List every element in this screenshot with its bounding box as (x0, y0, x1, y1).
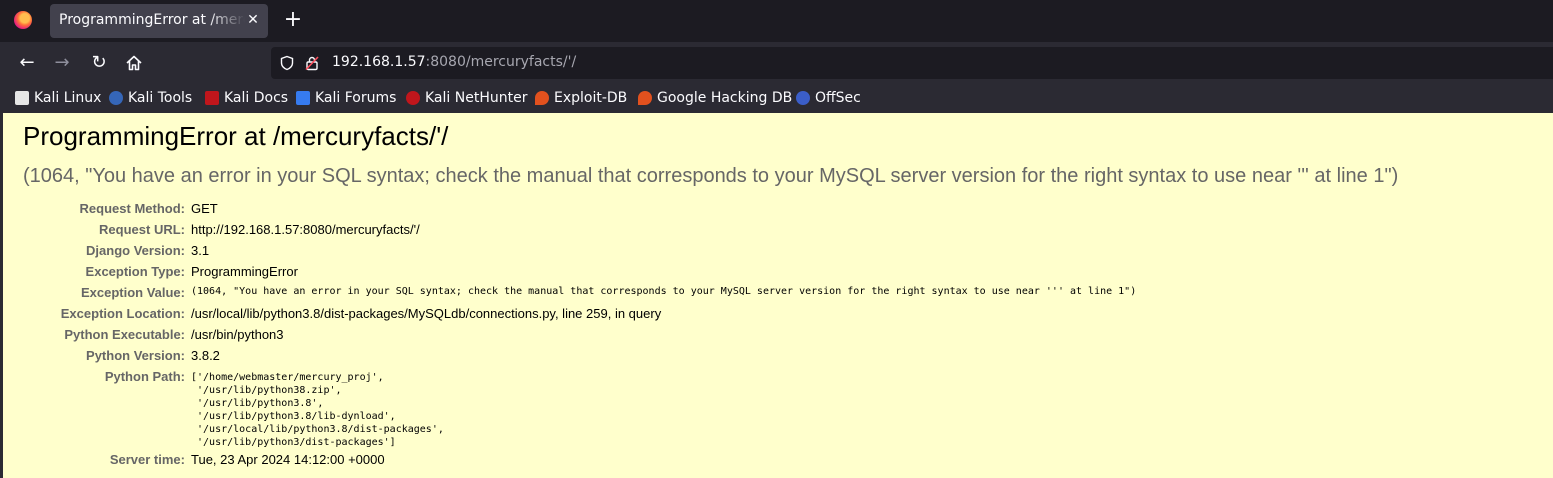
google-hacking-db-icon (638, 91, 652, 105)
meta-label: Request Method: (79, 201, 185, 216)
kali-docs-icon (205, 91, 219, 105)
reload-icon[interactable]: ↻ (88, 52, 110, 74)
active-tab[interactable]: ProgrammingError at /mercuryfacts/'/ ✕ (50, 4, 268, 38)
bookmark-kali-tools[interactable]: Kali Tools (109, 89, 192, 107)
meta-label: Python Path: (104, 369, 185, 384)
bookmark-kali-docs[interactable]: Kali Docs (205, 89, 288, 107)
meta-value: /usr/bin/python3 (191, 327, 284, 342)
navigation-bar: ← → ↻ 192.168.1.57:8080/mercuryfacts/'/ (0, 42, 1553, 84)
meta-label: Request URL: (99, 222, 185, 237)
exception-summary: (1064, "You have an error in your SQL sy… (23, 165, 1399, 187)
meta-value: ProgrammingError (191, 264, 298, 279)
tab-bar: ProgrammingError at /mercuryfacts/'/ ✕ + (0, 0, 1553, 42)
meta-label: Server time: (109, 452, 185, 467)
bookmark-kali-forums[interactable]: Kali Forums (296, 89, 396, 107)
bookmark-exploit-db[interactable]: Exploit-DB (535, 89, 627, 107)
bookmark-label: OffSec (815, 90, 861, 106)
kali-forums-icon (296, 91, 310, 105)
meta-value: 3.1 (191, 243, 210, 258)
meta-value: Tue, 23 Apr 2024 14:12:00 +0000 (191, 452, 385, 467)
meta-label: Exception Type: (85, 264, 185, 279)
bookmark-google-hacking-db[interactable]: Google Hacking DB (638, 89, 792, 107)
meta-label: Exception Value: (80, 285, 185, 300)
meta-label: Exception Location: (60, 306, 185, 321)
kali-linux-icon (15, 91, 29, 105)
url-path: :8080/mercuryfacts/'/ (425, 54, 577, 70)
python-path-entry: ['/home/webmaster/mercury_proj', (191, 372, 384, 383)
firefox-logo-icon[interactable] (14, 11, 32, 29)
meta-value: 3.8.2 (191, 348, 220, 363)
close-tab-icon[interactable]: ✕ (245, 11, 261, 29)
python-path-entry: '/usr/local/lib/python3.8/dist-packages'… (191, 424, 444, 435)
forward-arrow-icon[interactable]: → (51, 52, 73, 74)
url-text[interactable]: 192.168.1.57:8080/mercuryfacts/'/ (332, 54, 576, 70)
bookmark-label: Kali Docs (224, 90, 289, 106)
meta-label: Python Version: (86, 348, 185, 363)
exploit-db-icon (535, 91, 549, 105)
new-tab-icon[interactable]: + (282, 9, 304, 31)
home-icon[interactable] (123, 52, 145, 74)
meta-label: Python Executable: (64, 327, 185, 342)
bookmark-label: Kali Forums (315, 90, 397, 106)
bookmark-label: Kali Linux (34, 90, 102, 106)
bookmark-offsec[interactable]: OffSec (796, 89, 861, 107)
tracking-protection-shield-icon[interactable] (279, 55, 295, 71)
insecure-lock-icon[interactable] (304, 55, 320, 71)
kali-tools-icon (109, 91, 123, 105)
meta-label: Django Version: (86, 243, 185, 258)
python-path-entry: '/usr/lib/python3.8', (191, 398, 324, 409)
url-bar[interactable]: 192.168.1.57:8080/mercuryfacts/'/ (271, 47, 1553, 79)
page-content: ProgrammingError at /mercuryfacts/'/ (10… (0, 113, 1553, 478)
bookmark-label: Kali Tools (128, 90, 193, 106)
bookmark-label: Google Hacking DB (657, 90, 793, 106)
meta-value: GET (191, 201, 218, 216)
meta-value: (1064, "You have an error in your SQL sy… (191, 286, 1137, 297)
meta-value: http://192.168.1.57:8080/mercuryfacts/'/ (191, 222, 420, 237)
tab-title: ProgrammingError at /mercuryfacts/'/ (59, 12, 245, 28)
url-host: 192.168.1.57 (332, 54, 426, 70)
kali-nethunter-icon (406, 91, 420, 105)
python-path-entry: '/usr/lib/python3.8/lib-dynload', (191, 411, 396, 422)
python-path-entry: '/usr/lib/python3/dist-packages'] (191, 437, 396, 448)
page-title: ProgrammingError at /mercuryfacts/'/ (23, 121, 449, 151)
python-path-list: ['/home/webmaster/mercury_proj', '/usr/l… (191, 371, 444, 449)
back-arrow-icon[interactable]: ← (16, 52, 38, 74)
bookmark-label: Exploit-DB (554, 90, 628, 106)
bookmark-label: Kali NetHunter (425, 90, 528, 106)
offsec-icon (796, 91, 810, 105)
meta-value: /usr/local/lib/python3.8/dist-packages/M… (191, 306, 662, 321)
bookmark-kali-nethunter[interactable]: Kali NetHunter (406, 89, 527, 107)
python-path-entry: '/usr/lib/python38.zip', (191, 385, 342, 396)
bookmark-kali-linux[interactable]: Kali Linux (15, 89, 101, 107)
bookmarks-toolbar: Kali Linux Kali Tools Kali Docs Kali For… (0, 84, 1553, 113)
